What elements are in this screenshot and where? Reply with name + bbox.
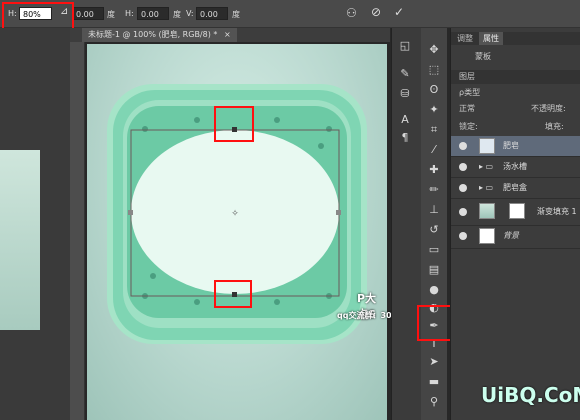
- highlight-box-top-handle: [214, 106, 254, 142]
- check-icon[interactable]: ✓: [394, 5, 404, 19]
- layer-name: 汤水槽: [503, 162, 527, 171]
- transform-handle-right: [336, 210, 341, 215]
- layer-row[interactable]: 渐变填充 1: [451, 199, 580, 226]
- tab-adjust[interactable]: 调整: [453, 32, 477, 45]
- folder-icon: ▸ ▭: [479, 183, 494, 192]
- visibility-eye-icon[interactable]: [459, 163, 467, 171]
- document-tab[interactable]: 未标题-1 @ 100% (肥皂, RGB/8) * ×: [82, 28, 237, 42]
- mask-row: 蒙板: [451, 50, 580, 64]
- drain-hole: [326, 126, 332, 132]
- options-bar: H: 80% ⊿ 0.00 度 H: 0.00 度 V: 0.00 度 ⚇ ⊘ …: [0, 0, 580, 28]
- path-select-icon[interactable]: ➤: [426, 354, 442, 370]
- h-skew-input[interactable]: 0.00: [137, 7, 169, 20]
- lock-label: 锁定:: [459, 122, 478, 131]
- drain-hole: [142, 126, 148, 132]
- gradient-tool-icon[interactable]: ▤: [426, 262, 442, 278]
- visibility-eye-icon[interactable]: [459, 208, 467, 216]
- tab-layers[interactable]: 图层: [459, 72, 475, 81]
- transform-handle-left: [128, 210, 133, 215]
- fill-label: 填充:: [545, 122, 564, 131]
- rotate-input[interactable]: 0.00: [72, 7, 104, 20]
- visibility-eye-icon[interactable]: [459, 232, 467, 240]
- blur-tool-icon[interactable]: ●: [426, 282, 442, 298]
- visibility-eye-icon[interactable]: [459, 184, 467, 192]
- history-icon[interactable]: ◱: [397, 38, 413, 54]
- warp-icon[interactable]: ⚇: [346, 6, 357, 20]
- layer-thumbnail: [479, 203, 495, 219]
- marquee-tool-icon[interactable]: ⬚: [426, 62, 442, 78]
- highlight-box-scale: [2, 2, 74, 31]
- tool-column-b: ✥ ⬚ ʘ ✦ ⌗ ⁄ ✚ ✏ ⊥ ↺ ▭ ▤ ● ◐ ✒ T ➤ ▬ ⚲: [421, 28, 447, 420]
- layer-thumbnail: [479, 228, 495, 244]
- history-brush-icon[interactable]: ↺: [426, 222, 442, 238]
- eraser-tool-icon[interactable]: ▭: [426, 242, 442, 258]
- lasso-tool-icon[interactable]: ʘ: [426, 82, 442, 98]
- document-canvas[interactable]: ✧ P大点S qq交流群：303184032: [87, 44, 431, 420]
- move-tool-icon[interactable]: ✥: [426, 42, 442, 58]
- mask-label: 蒙板: [475, 52, 491, 61]
- tool-column-a: ◱ ✎ ⛁ A ¶: [391, 28, 422, 420]
- degree-label-2: 度: [173, 10, 181, 19]
- drain-hole: [274, 299, 280, 305]
- drain-hole: [318, 143, 324, 149]
- drain-hole: [194, 299, 200, 305]
- blend-row: 正常 不透明度:: [451, 102, 580, 116]
- layer-row[interactable]: 肥皂: [451, 136, 580, 157]
- close-icon[interactable]: ×: [224, 30, 231, 39]
- healing-brush-icon[interactable]: ✚: [426, 162, 442, 178]
- layer-group-row[interactable]: ▸ ▭ 汤水槽: [451, 157, 580, 178]
- stamp-tool-icon[interactable]: ⊥: [426, 202, 442, 218]
- degree-label-1: 度: [107, 10, 115, 19]
- watermark-uibq: UiBQ.CoM: [481, 383, 580, 407]
- layers-tab-row: 图层: [451, 70, 580, 84]
- shape-tool-icon[interactable]: ▬: [426, 374, 442, 390]
- filter-row: ρ类型: [451, 86, 580, 100]
- highlight-box-bottom-handle: [214, 280, 252, 308]
- layer-group-row[interactable]: ▸ ▭ 肥皂盒: [451, 178, 580, 199]
- left-thumbnail: [0, 150, 40, 330]
- layer-name: 肥皂: [503, 141, 519, 150]
- center-crosshair-icon: ✧: [231, 209, 239, 219]
- cancel-icon[interactable]: ⊘: [371, 5, 381, 19]
- adjust-tabs: 调整 属性: [451, 32, 580, 45]
- layer-name: 背景: [503, 231, 519, 240]
- tab-properties[interactable]: 属性: [479, 32, 503, 45]
- brush-tool-icon[interactable]: ✏: [426, 182, 442, 198]
- magic-wand-icon[interactable]: ✦: [426, 102, 442, 118]
- folder-icon: ▸ ▭: [479, 162, 494, 171]
- layer-name: 肥皂盒: [503, 183, 527, 192]
- layer-mask-thumbnail: [509, 203, 525, 219]
- right-panel: 调整 属性 蒙板 图层 ρ类型 正常 不透明度: 锁定: 填充: 肥皂 ▸ ▭ …: [450, 28, 580, 420]
- clone-source-icon[interactable]: ⛁: [397, 86, 413, 102]
- kind-filter[interactable]: ρ类型: [459, 88, 480, 97]
- layer-thumbnail: [479, 138, 495, 154]
- opacity-label: 不透明度:: [531, 104, 566, 113]
- layer-row[interactable]: 背景: [451, 226, 580, 249]
- vertical-ruler: [70, 42, 85, 420]
- zoom-tool-icon[interactable]: ⚲: [426, 394, 442, 410]
- drain-hole: [150, 273, 156, 279]
- soap-dish-artwork: ✧: [107, 84, 367, 344]
- left-panel: [0, 28, 70, 420]
- visibility-eye-icon[interactable]: [459, 142, 467, 150]
- drain-hole: [194, 117, 200, 123]
- h-skew-label: H:: [125, 9, 134, 18]
- crop-tool-icon[interactable]: ⌗: [426, 122, 442, 138]
- lock-row: 锁定: 填充:: [451, 120, 580, 134]
- v-skew-input[interactable]: 0.00: [196, 7, 228, 20]
- paragraph-icon[interactable]: ¶: [397, 130, 413, 146]
- document-tabbar: 未标题-1 @ 100% (肥皂, RGB/8) * ×: [70, 28, 390, 42]
- drain-hole: [274, 117, 280, 123]
- document-tab-label: 未标题-1 @ 100% (肥皂, RGB/8) *: [88, 30, 218, 39]
- character-icon[interactable]: A: [397, 112, 413, 128]
- v-skew-label: V:: [186, 9, 194, 18]
- blend-mode-select[interactable]: 正常: [459, 104, 475, 113]
- degree-label-3: 度: [232, 10, 240, 19]
- brush-settings-icon[interactable]: ✎: [397, 66, 413, 82]
- layer-name: 渐变填充 1: [537, 207, 577, 216]
- eyedropper-icon[interactable]: ⁄: [426, 142, 442, 158]
